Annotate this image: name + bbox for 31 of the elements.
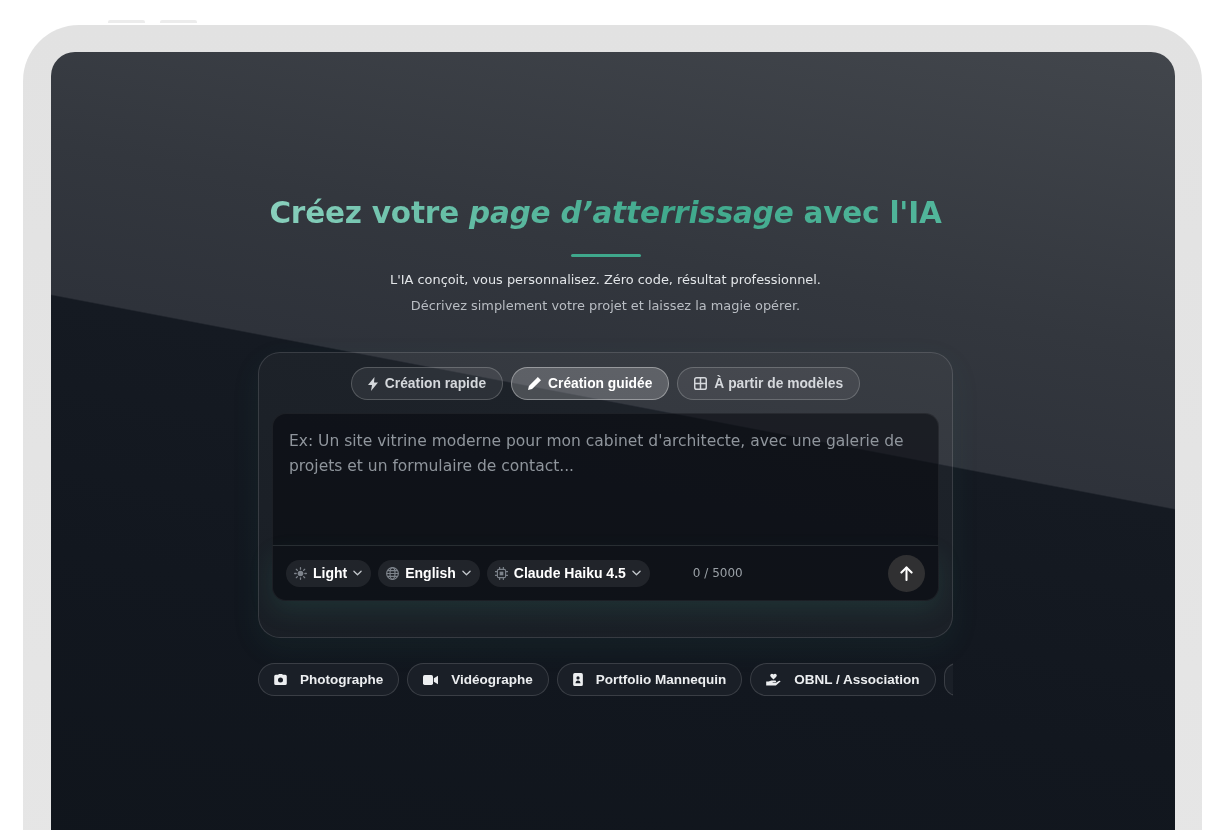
chevron-down-icon: [353, 570, 363, 576]
title-underline: [570, 254, 641, 257]
camera-icon: [274, 674, 287, 685]
language-select[interactable]: English: [378, 559, 480, 587]
mode-tab[interactable]: Création rapide: [350, 367, 504, 400]
suggestion-chip[interactable]: OBNL / Association: [750, 663, 936, 696]
arrow-up-icon: [900, 565, 913, 581]
mode-tab[interactable]: Création guidée: [511, 367, 670, 400]
chevron-down-icon: [631, 570, 641, 576]
chevron-down-icon: [461, 570, 471, 576]
model-select[interactable]: Claude Haiku 4.5: [486, 559, 650, 587]
theme-select[interactable]: Light: [286, 559, 372, 587]
send-button[interactable]: [888, 554, 925, 592]
character-counter: 0 / 5000: [692, 566, 743, 580]
id-badge-icon: [572, 673, 583, 686]
video-camera-icon: [423, 674, 439, 685]
prompt-field[interactable]: Ex: Un site vitrine moderne pour mon cabinet d'architecte, avec une galerie de projets et un formulaire de contact...: [272, 413, 939, 546]
chip-icon: [494, 566, 508, 580]
grid-icon: [694, 377, 708, 390]
mode-tab[interactable]: À partir de modèles: [677, 367, 861, 400]
suggestion-chip[interactable]: Portfolio Mannequin: [556, 663, 743, 696]
sun-icon: [294, 566, 307, 580]
pencil-icon: [528, 377, 542, 390]
clipped-suggestion-chip[interactable]: [943, 663, 953, 696]
subtitle-text: Décrivez simplement votre projet et laissez la magie opérer.: [410, 297, 801, 315]
suggestion-chip[interactable]: Photographe: [258, 663, 400, 696]
hand-heart-icon: [766, 673, 782, 686]
globe-icon: [386, 566, 400, 580]
subtitle-text: L'IA conçoit, vous personnalisez. Zéro code, résultat professionnel.: [390, 271, 821, 289]
lightning-icon: [367, 376, 378, 391]
suggestion-chip[interactable]: Vidéographe: [407, 663, 549, 696]
